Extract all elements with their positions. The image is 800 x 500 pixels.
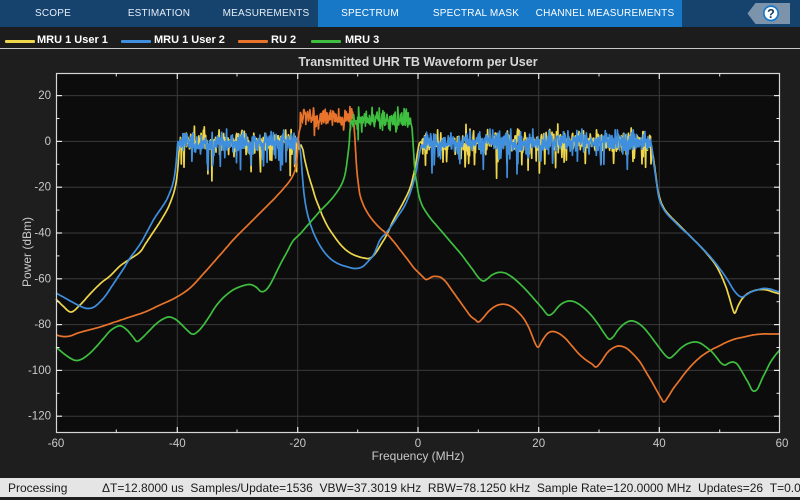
svg-text:Power (dBm): Power (dBm) bbox=[20, 217, 34, 287]
svg-text:-120: -120 bbox=[28, 411, 51, 423]
svg-text:20: 20 bbox=[532, 438, 545, 450]
svg-text:Frequency (MHz): Frequency (MHz) bbox=[372, 449, 465, 463]
svg-text:-40: -40 bbox=[34, 228, 51, 240]
svg-text:-40: -40 bbox=[169, 438, 186, 450]
svg-text:20: 20 bbox=[38, 90, 51, 102]
svg-text:60: 60 bbox=[776, 438, 789, 450]
svg-text:-100: -100 bbox=[28, 365, 51, 377]
svg-text:-60: -60 bbox=[48, 438, 65, 450]
svg-text:0: 0 bbox=[45, 136, 51, 148]
svg-text:-80: -80 bbox=[34, 319, 51, 331]
svg-text:-20: -20 bbox=[34, 182, 51, 194]
svg-text:40: 40 bbox=[653, 438, 666, 450]
svg-text:?: ? bbox=[767, 7, 775, 21]
svg-text:-60: -60 bbox=[34, 273, 51, 285]
svg-text:-20: -20 bbox=[289, 438, 306, 450]
